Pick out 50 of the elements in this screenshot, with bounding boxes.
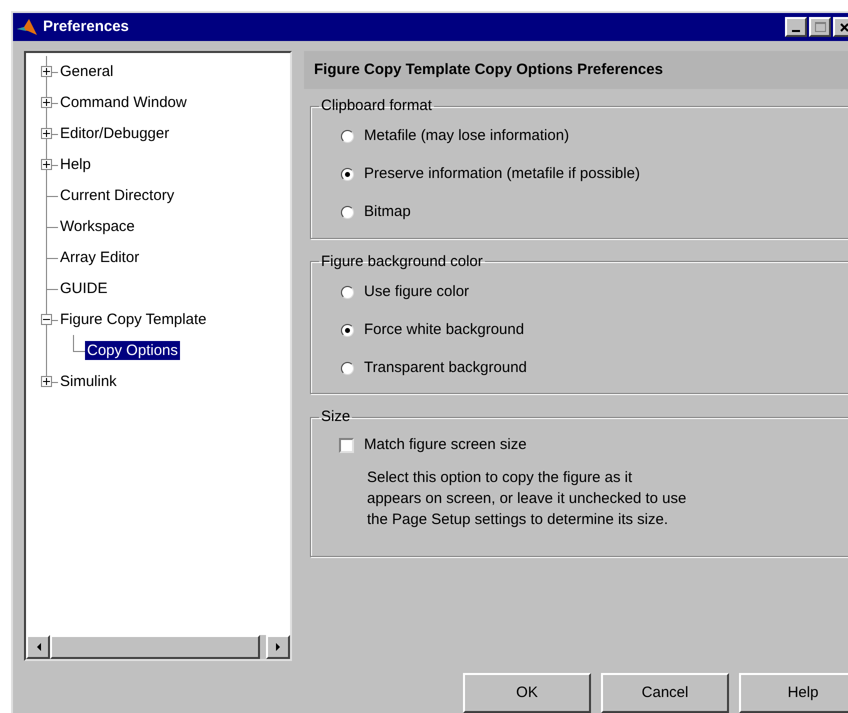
checkbox-label: Match figure screen size [364, 435, 527, 456]
left-arrow-icon [36, 643, 40, 651]
window-title: Preferences [43, 16, 129, 37]
panel-header: Figure Copy Template Copy Options Preferences [304, 51, 848, 89]
group-title: Clipboard format [320, 96, 433, 116]
radio-button[interactable] [341, 168, 354, 181]
tree-item[interactable]: General [58, 62, 116, 81]
radio-label: Use figure color [364, 282, 470, 302]
radio-label: Preserve information (metafile if possible) [364, 164, 640, 184]
minimize-button[interactable] [785, 17, 807, 37]
radio-button[interactable] [341, 286, 354, 298]
dialog-button[interactable]: OK [463, 673, 591, 713]
checkbox[interactable] [339, 438, 354, 453]
app-logo-icon [17, 18, 37, 36]
group-title: Figure background color [320, 252, 484, 272]
tree-item[interactable]: Workspace [58, 217, 137, 236]
right-arrow-icon [276, 643, 280, 651]
expand-icon[interactable] [41, 128, 52, 139]
radio-button[interactable] [341, 362, 354, 374]
tree-item[interactable]: Copy Options [85, 341, 180, 360]
dialog-button[interactable]: Cancel [601, 673, 729, 713]
expand-icon[interactable] [41, 159, 52, 170]
tree-item[interactable]: Command Window [58, 93, 189, 112]
dialog-button[interactable]: Help [739, 673, 848, 713]
close-icon [840, 22, 848, 32]
tree-item[interactable]: Help [58, 155, 93, 174]
tree-item[interactable]: Current Directory [58, 186, 176, 205]
scroll-left-button[interactable] [26, 635, 50, 659]
expand-icon[interactable] [41, 97, 52, 108]
collapse-icon[interactable] [41, 314, 52, 325]
maximize-button[interactable] [809, 17, 831, 37]
tree-item[interactable]: Array Editor [58, 248, 142, 267]
radio-button[interactable] [341, 130, 354, 143]
scroll-right-button[interactable] [266, 635, 290, 659]
radio-button[interactable] [341, 324, 354, 336]
group-title: Size [320, 407, 352, 427]
tree-item[interactable]: Simulink [58, 372, 119, 391]
expand-icon[interactable] [41, 376, 52, 387]
tree-item[interactable]: Figure Copy Template [58, 310, 208, 329]
radio-button[interactable] [341, 206, 354, 219]
radio-label: Metafile (may lose information) [364, 126, 570, 146]
radio-label: Bitmap [364, 202, 411, 222]
radio-label: Transparent background [364, 358, 527, 378]
description-text: Select this option to copy the figure as it appears on screen, or leave it unchecked to use the Page Setup settings to determine its size. [366, 468, 688, 530]
expand-icon[interactable] [41, 66, 52, 77]
radio-label: Force white background [364, 320, 524, 340]
scrollbar-thumb[interactable] [50, 635, 260, 659]
tree-item[interactable]: Editor/Debugger [58, 124, 172, 143]
horizontal-scrollbar[interactable] [26, 635, 290, 659]
tree-item[interactable]: GUIDE [58, 279, 110, 298]
